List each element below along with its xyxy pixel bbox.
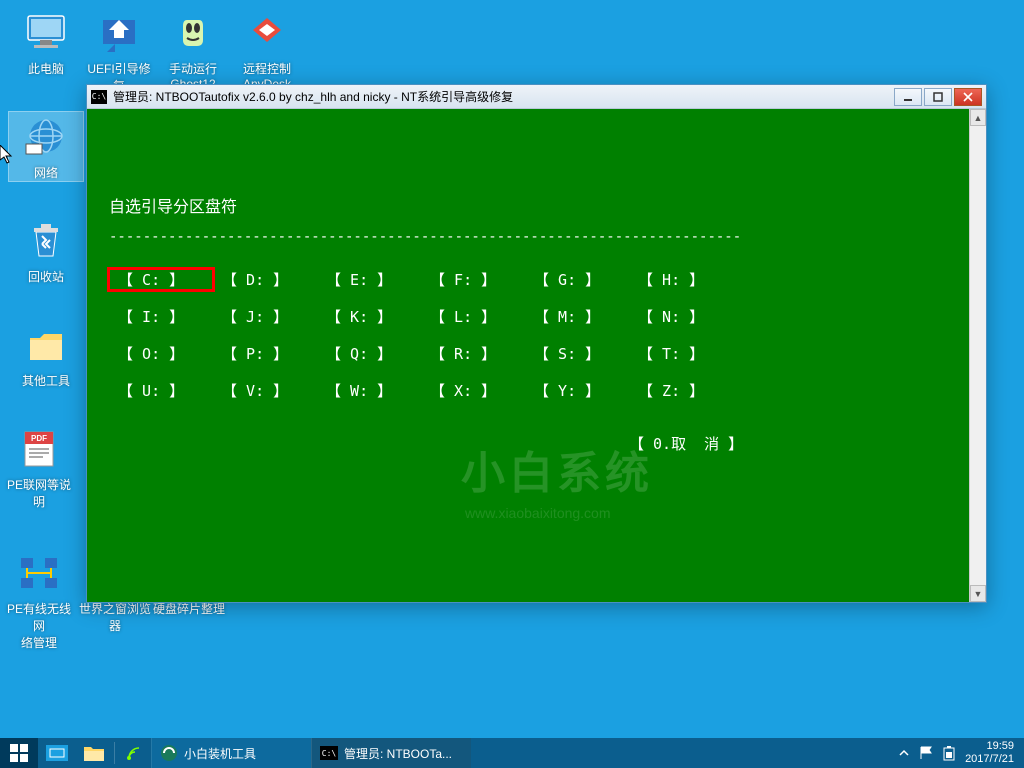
desktop-icon-remote-ctrl[interactable]: 远程控制 AnyDesk [230, 8, 304, 91]
desktop-icon-label: 世界之窗浏览 器 [78, 600, 152, 634]
taskbar-app-xiaobai[interactable]: 小白装机工具 [151, 738, 311, 768]
drive-option-j[interactable]: 【 J: 】 [213, 306, 317, 327]
console-icon: C:\ [91, 90, 107, 104]
clock-time: 19:59 [965, 740, 1014, 753]
drive-option-c[interactable]: 【 C: 】 [109, 269, 213, 290]
console-icon: C:\ [320, 746, 338, 760]
drive-option-r[interactable]: 【 R: 】 [421, 343, 525, 364]
desktop-icon-manual-run[interactable]: 手动运行 Ghost12 [156, 8, 230, 91]
desktop-icon-uefi-repair[interactable]: UEFI引导修复 [82, 8, 156, 94]
folder-icon [84, 745, 104, 761]
drive-option-q[interactable]: 【 Q: 】 [317, 343, 421, 364]
minimize-button[interactable] [894, 88, 922, 106]
windows-icon [10, 744, 28, 762]
manual-run-icon [169, 8, 217, 56]
drive-option-x[interactable]: 【 X: 】 [421, 380, 525, 401]
desktop-icon-network[interactable]: 网络 [9, 112, 83, 181]
desktop-icon-label: 网络 [9, 164, 83, 181]
pe-net-mgr-icon [15, 548, 63, 596]
desktop-icon-label: 其他工具 [9, 372, 83, 389]
taskbar: 小白装机工具 C:\ 管理员: NTBOOTa... 19:59 2017/7/… [0, 738, 1024, 768]
drive-option-s[interactable]: 【 S: 】 [525, 343, 629, 364]
taskview-icon [46, 745, 68, 761]
svg-text:PDF: PDF [31, 434, 47, 443]
drive-option-z[interactable]: 【 Z: 】 [629, 380, 733, 401]
ntbootautofix-window: C:\ 管理员: NTBOOTautofix v2.6.0 by chz_hlh… [86, 84, 987, 603]
wifi-icon [125, 744, 143, 762]
titlebar[interactable]: C:\ 管理员: NTBOOTautofix v2.6.0 by chz_hlh… [87, 85, 986, 109]
desktop-icon-other-tools[interactable]: 其他工具 [9, 320, 83, 389]
drive-option-m[interactable]: 【 M: 】 [525, 306, 629, 327]
window-title: 管理员: NTBOOTautofix v2.6.0 by chz_hlh and… [113, 88, 894, 105]
terminal-client: 自选引导分区盘符 -------------------------------… [87, 109, 986, 602]
desktop-icon-recycle[interactable]: 回收站 [9, 216, 83, 285]
drive-option-w[interactable]: 【 W: 】 [317, 380, 421, 401]
other-tools-icon [22, 320, 70, 368]
maximize-button[interactable] [924, 88, 952, 106]
taskbar-app-label: 小白装机工具 [184, 745, 256, 762]
battery-icon[interactable] [943, 745, 955, 761]
drive-option-o[interactable]: 【 O: 】 [109, 343, 213, 364]
start-button[interactable] [0, 738, 38, 768]
taskbar-app-label: 管理员: NTBOOTa... [344, 745, 452, 762]
terminal-heading: 自选引导分区盘符 [109, 193, 969, 217]
vertical-scrollbar[interactable]: ▲ ▼ [969, 109, 986, 602]
desktop-icon-label: 回收站 [9, 268, 83, 285]
mouse-cursor [0, 145, 16, 165]
scroll-up-button[interactable]: ▲ [970, 109, 986, 126]
xiaobai-icon [160, 744, 178, 762]
drive-option-d[interactable]: 【 D: 】 [213, 269, 317, 290]
drive-option-h[interactable]: 【 H: 】 [629, 269, 733, 290]
drive-option-g[interactable]: 【 G: 】 [525, 269, 629, 290]
remote-ctrl-icon [243, 8, 291, 56]
flag-icon[interactable] [919, 746, 933, 760]
cancel-option[interactable]: 【 0.取 消 】 [109, 433, 969, 454]
tray-chevron-icon[interactable] [899, 746, 909, 760]
drive-option-e[interactable]: 【 E: 】 [317, 269, 421, 290]
close-button[interactable] [954, 88, 982, 106]
clock-date: 2017/7/21 [965, 753, 1014, 766]
taskbar-app-ntboot[interactable]: C:\ 管理员: NTBOOTa... [311, 738, 471, 768]
taskbar-clock[interactable]: 19:59 2017/7/21 [965, 740, 1014, 766]
desktop-icon-pe-net-desc[interactable]: PDF PE联网等说明 [2, 424, 76, 510]
this-pc-icon [22, 8, 70, 56]
taskbar-taskview[interactable] [38, 738, 76, 768]
pe-net-desc-icon: PDF [15, 424, 63, 472]
drive-option-t[interactable]: 【 T: 】 [629, 343, 733, 364]
drive-option-i[interactable]: 【 I: 】 [109, 306, 213, 327]
uefi-repair-icon [95, 8, 143, 56]
drive-option-v[interactable]: 【 V: 】 [213, 380, 317, 401]
drive-option-y[interactable]: 【 Y: 】 [525, 380, 629, 401]
drive-option-f[interactable]: 【 F: 】 [421, 269, 525, 290]
scroll-down-button[interactable]: ▼ [970, 585, 986, 602]
drive-option-l[interactable]: 【 L: 】 [421, 306, 525, 327]
desktop-icon-label: PE联网等说明 [2, 476, 76, 510]
desktop-icon-label: 此电脑 [9, 60, 83, 77]
drive-option-p[interactable]: 【 P: 】 [213, 343, 317, 364]
recycle-icon [22, 216, 70, 264]
desktop-icon-label: PE有线无线网 络管理 [2, 600, 76, 651]
separator-line: ----------------------------------------… [109, 229, 969, 245]
taskbar-wifi[interactable] [117, 738, 151, 768]
drive-option-k[interactable]: 【 K: 】 [317, 306, 421, 327]
drive-option-n[interactable]: 【 N: 】 [629, 306, 733, 327]
network-icon [22, 112, 70, 160]
taskbar-explorer[interactable] [76, 738, 112, 768]
drive-option-u[interactable]: 【 U: 】 [109, 380, 213, 401]
desktop-icon-this-pc[interactable]: 此电脑 [9, 8, 83, 77]
desktop-icon-pe-net-mgr[interactable]: PE有线无线网 络管理 [2, 548, 76, 651]
